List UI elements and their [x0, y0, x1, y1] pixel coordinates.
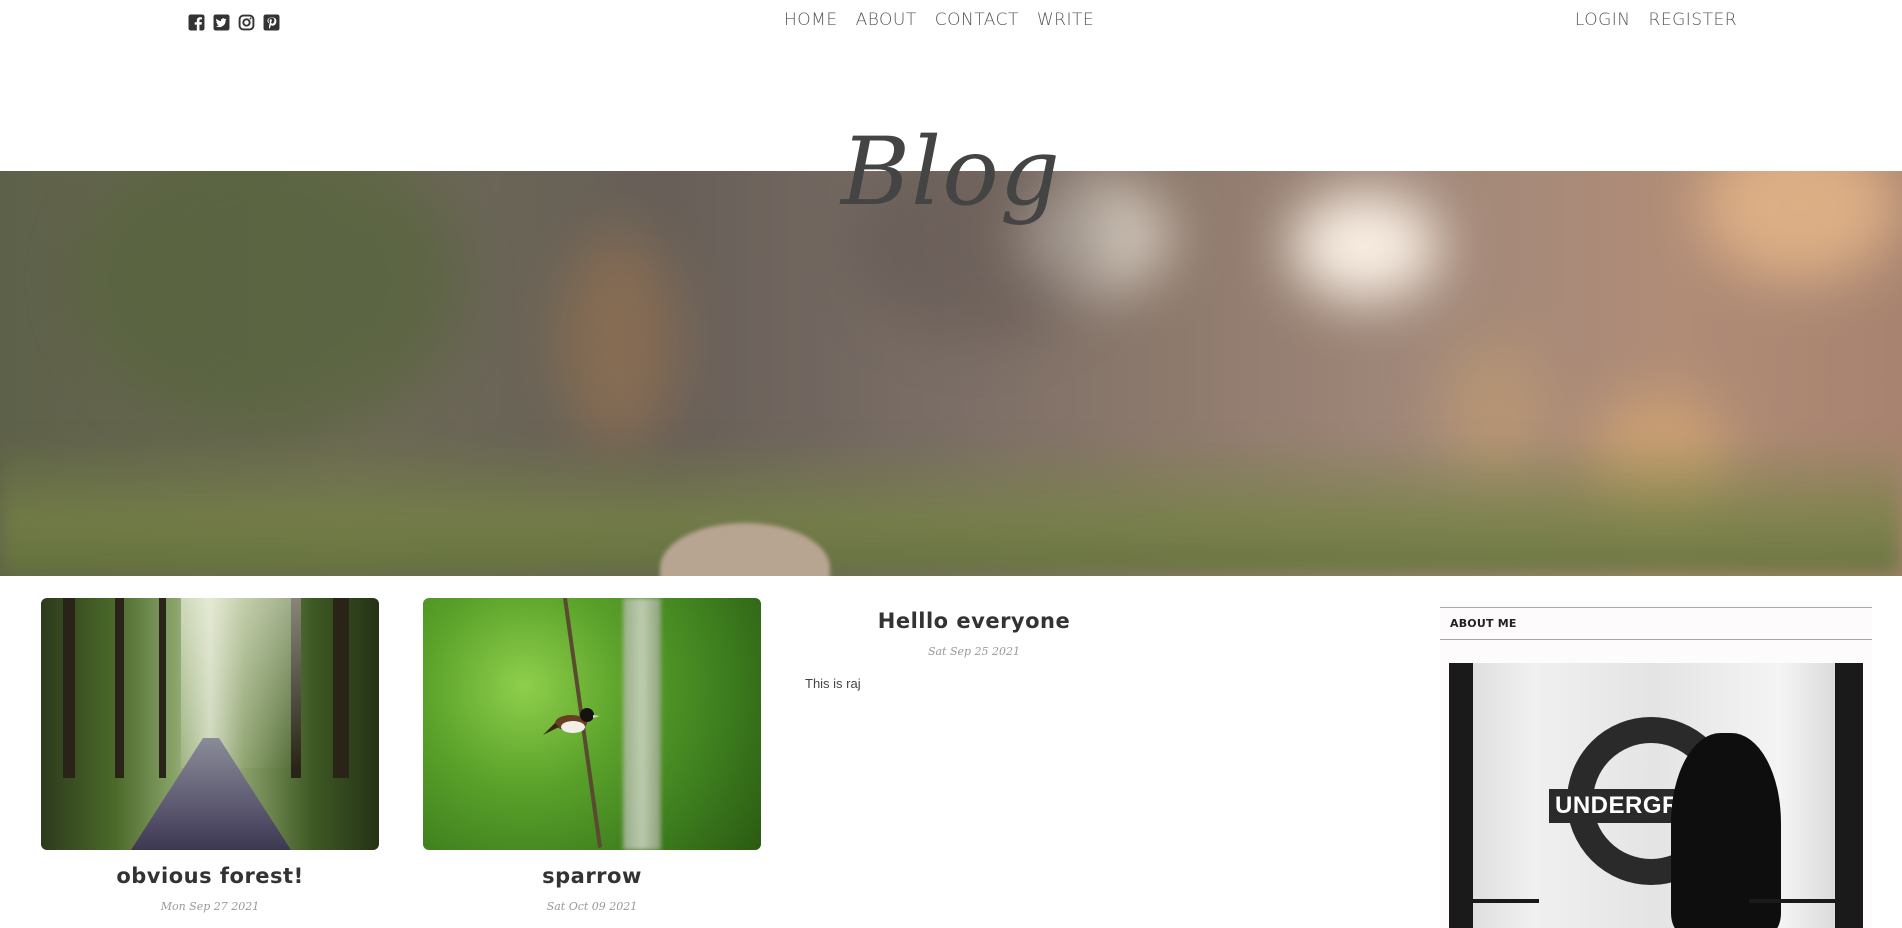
- post-title[interactable]: obvious forest!: [41, 864, 379, 888]
- sidebar-title: ABOUT ME: [1440, 607, 1872, 640]
- about-me-image: UNDERGR: [1449, 663, 1863, 928]
- post-date: Sat Oct 09 2021: [546, 900, 638, 913]
- post-title[interactable]: sparrow: [423, 864, 761, 888]
- facebook-icon[interactable]: [188, 14, 205, 31]
- login-link[interactable]: LOGIN: [1575, 10, 1631, 30]
- sidebar: ABOUT ME UNDERGR: [1440, 601, 1872, 928]
- post-excerpt: This is raj: [805, 676, 861, 691]
- social-links: [188, 14, 280, 31]
- register-link[interactable]: REGISTER: [1649, 10, 1737, 30]
- twitter-icon[interactable]: [213, 14, 230, 31]
- top-bar: HOME ABOUT CONTACT WRITE LOGIN REGISTER: [0, 0, 1902, 44]
- nav-about-link[interactable]: ABOUT: [856, 10, 917, 30]
- post-image-sparrow[interactable]: [423, 598, 761, 850]
- pinterest-icon[interactable]: [263, 14, 280, 31]
- post-card[interactable]: Helllo everyone Sat Sep 25 2021 This is …: [805, 609, 1143, 691]
- post-date: Mon Sep 27 2021: [160, 900, 260, 913]
- nav-contact-link[interactable]: CONTACT: [935, 10, 1019, 30]
- post-image-forest[interactable]: [41, 598, 379, 850]
- post-card[interactable]: obvious forest! Mon Sep 27 2021: [41, 598, 379, 913]
- post-date: Sat Sep 25 2021: [927, 645, 1021, 658]
- auth-links: LOGIN REGISTER: [1575, 10, 1737, 30]
- nav-write-link[interactable]: WRITE: [1037, 10, 1094, 30]
- hero-image: [0, 171, 1902, 576]
- nav-home-link[interactable]: HOME: [784, 10, 838, 30]
- main-nav: HOME ABOUT CONTACT WRITE: [784, 10, 1094, 30]
- post-title[interactable]: Helllo everyone: [805, 609, 1143, 633]
- page-title: Blog: [841, 118, 1061, 227]
- post-card[interactable]: sparrow Sat Oct 09 2021: [423, 598, 761, 913]
- instagram-icon[interactable]: [238, 14, 255, 31]
